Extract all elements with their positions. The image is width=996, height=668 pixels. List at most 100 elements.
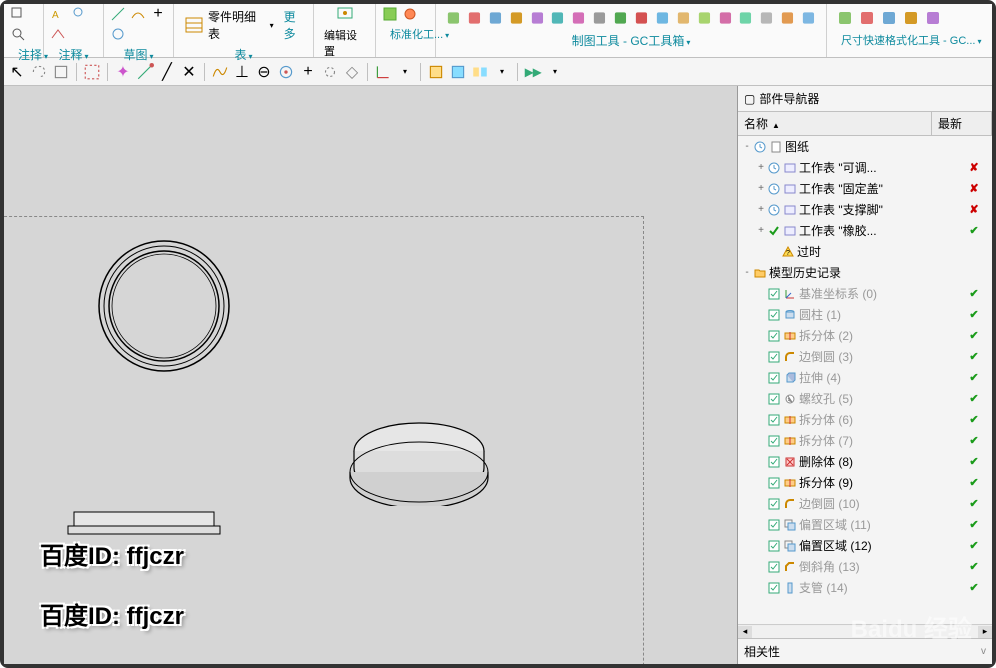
tool-icon-wide1-16[interactable] (780, 10, 795, 26)
tb-snap-intersect-icon[interactable]: ✕ (180, 63, 198, 81)
std-icon-2[interactable] (402, 6, 418, 22)
tb-none-icon[interactable]: ◇ (343, 63, 361, 81)
tree-row[interactable]: +工作表 "可调...✘ (738, 157, 992, 178)
select-rect-icon[interactable] (10, 6, 26, 22)
tb-perp-icon[interactable]: ⊥ (233, 63, 251, 81)
tool-icon-wide1-7[interactable] (592, 10, 607, 26)
tree-row[interactable]: 拆分体 (7)✔ (738, 430, 992, 451)
ribbon-label-dimension[interactable]: 尺寸快速格式化工具 - GC... (833, 30, 986, 50)
ribbon-label-table[interactable]: 表 (180, 44, 307, 65)
navigator-tree[interactable]: -图纸+工作表 "可调...✘+工作表 "固定盖"✘+工作表 "支撑脚"✘+工作… (738, 136, 992, 624)
tb-select-all-icon[interactable] (52, 63, 70, 81)
tb-snap-point-icon[interactable]: ✦ (114, 63, 132, 81)
edit-settings-button[interactable]: 编辑设置 (320, 1, 369, 61)
col-latest[interactable]: 最新 (932, 112, 992, 135)
parts-list-button[interactable]: 零件明细表 ▾ (180, 6, 278, 44)
tool-icon-wide1-14[interactable] (738, 10, 753, 26)
balloon-icon[interactable] (70, 6, 86, 22)
tb-snap-mid-icon[interactable]: ╱ (158, 63, 176, 81)
std-icon-1[interactable] (382, 6, 398, 22)
tb-marquee-icon[interactable] (83, 63, 101, 81)
tree-twisty[interactable]: + (756, 204, 766, 215)
ribbon-label-annotate[interactable]: 注释 (50, 44, 97, 65)
tb-snap-end-icon[interactable] (136, 63, 154, 81)
tool-icon-wide1-3[interactable] (509, 10, 524, 26)
tree-row[interactable]: 拆分体 (6)✔ (738, 409, 992, 430)
zoom-icon[interactable] (10, 26, 26, 42)
tb-curve-icon[interactable] (211, 63, 229, 81)
tree-twisty[interactable]: - (742, 141, 752, 152)
tree-twisty[interactable]: + (756, 183, 766, 194)
tool-icon-wide1-4[interactable] (530, 10, 545, 26)
tree-row[interactable]: 倒斜角 (13)✔ (738, 556, 992, 577)
tb-view3-icon[interactable] (471, 63, 489, 81)
ribbon-label-drafting[interactable]: 制图工具 - GC工具箱 (442, 30, 820, 51)
tree-row[interactable]: 圆柱 (1)✔ (738, 304, 992, 325)
tool-icon-wide2-2[interactable] (881, 10, 897, 26)
weld-icon[interactable] (50, 26, 66, 42)
tree-row[interactable]: 拆分体 (9)✔ (738, 472, 992, 493)
tb-lasso-icon[interactable] (30, 63, 48, 81)
tree-row[interactable]: 拆分体 (2)✔ (738, 325, 992, 346)
tb-view1-icon[interactable] (427, 63, 445, 81)
more-link[interactable]: 更多 (284, 8, 307, 42)
circle-sk-icon[interactable] (110, 26, 126, 42)
tree-row[interactable]: 拉伸 (4)✔ (738, 367, 992, 388)
tool-icon-wide1-1[interactable] (467, 10, 482, 26)
tb-cursor-icon[interactable]: ↖ (8, 63, 26, 81)
tool-icon-wide1-0[interactable] (446, 10, 461, 26)
tool-icon-wide1-2[interactable] (488, 10, 503, 26)
tb-dropdown-3[interactable]: ▾ (546, 63, 564, 81)
tb-exist-icon[interactable] (321, 63, 339, 81)
tb-tangent-icon[interactable]: ⊖ (255, 63, 273, 81)
tree-row[interactable]: -图纸 (738, 136, 992, 157)
ribbon-label-sketch[interactable]: 草图 (110, 44, 167, 65)
tb-dropdown-1[interactable]: ▾ (396, 63, 414, 81)
tool-icon-wide1-9[interactable] (634, 10, 649, 26)
tool-icon-wide1-15[interactable] (759, 10, 774, 26)
tree-twisty[interactable]: + (756, 225, 766, 236)
tree-row[interactable]: 边倒圆 (3)✔ (738, 346, 992, 367)
tree-row[interactable]: -模型历史记录 (738, 262, 992, 283)
point-icon[interactable]: + (150, 6, 166, 22)
tb-center-icon[interactable] (277, 63, 295, 81)
tool-icon-wide2-0[interactable] (837, 10, 853, 26)
tool-icon-wide1-12[interactable] (697, 10, 712, 26)
note-icon[interactable]: A (50, 6, 66, 22)
tree-row[interactable]: 螺纹孔 (5)✔ (738, 388, 992, 409)
tb-dropdown-2[interactable]: ▾ (493, 63, 511, 81)
col-name[interactable]: 名称▲ (738, 112, 932, 135)
tool-icon-wide2-1[interactable] (859, 10, 875, 26)
tree-row[interactable]: 偏置区域 (11)✔ (738, 514, 992, 535)
line-icon[interactable] (110, 6, 126, 22)
tree-row[interactable]: +工作表 "支撑脚"✘ (738, 199, 992, 220)
tool-icon-wide1-11[interactable] (676, 10, 691, 26)
tree-row[interactable]: 支管 (14)✔ (738, 577, 992, 598)
tree-row[interactable]: 偏置区域 (12)✔ (738, 535, 992, 556)
tool-icon-wide2-4[interactable] (925, 10, 941, 26)
tb-coord-icon[interactable] (374, 63, 392, 81)
drawing-canvas[interactable]: 百度ID: ffjczr 百度ID: ffjczr (4, 86, 737, 664)
tree-row[interactable]: 基准坐标系 (0)✔ (738, 283, 992, 304)
tool-icon-wide1-10[interactable] (655, 10, 670, 26)
tool-icon-wide1-5[interactable] (550, 10, 565, 26)
tool-icon-wide1-6[interactable] (571, 10, 586, 26)
tool-icon-wide1-13[interactable] (718, 10, 733, 26)
tool-icon-wide2-3[interactable] (903, 10, 919, 26)
tree-row[interactable]: 删除体 (8)✔ (738, 451, 992, 472)
tree-row[interactable]: 边倒圆 (10)✔ (738, 493, 992, 514)
tool-icon-wide1-17[interactable] (801, 10, 816, 26)
ribbon-label-select[interactable]: 注择 (10, 44, 37, 65)
tool-icon-wide1-8[interactable] (613, 10, 628, 26)
hscroll-right[interactable]: ▸ (978, 626, 992, 638)
hscroll-left[interactable]: ◂ (738, 626, 752, 638)
tree-row[interactable]: +工作表 "橡胶...✔ (738, 220, 992, 241)
tb-quad-icon[interactable]: + (299, 63, 317, 81)
tree-row[interactable]: +工作表 "固定盖"✘ (738, 178, 992, 199)
tb-view2-icon[interactable] (449, 63, 467, 81)
tree-twisty[interactable]: + (756, 162, 766, 173)
tree-row[interactable]: ?过时 (738, 241, 992, 262)
tree-twisty[interactable]: - (742, 267, 752, 278)
arc-icon[interactable] (130, 6, 146, 22)
tb-play-icon[interactable]: ▸▸ (524, 63, 542, 81)
